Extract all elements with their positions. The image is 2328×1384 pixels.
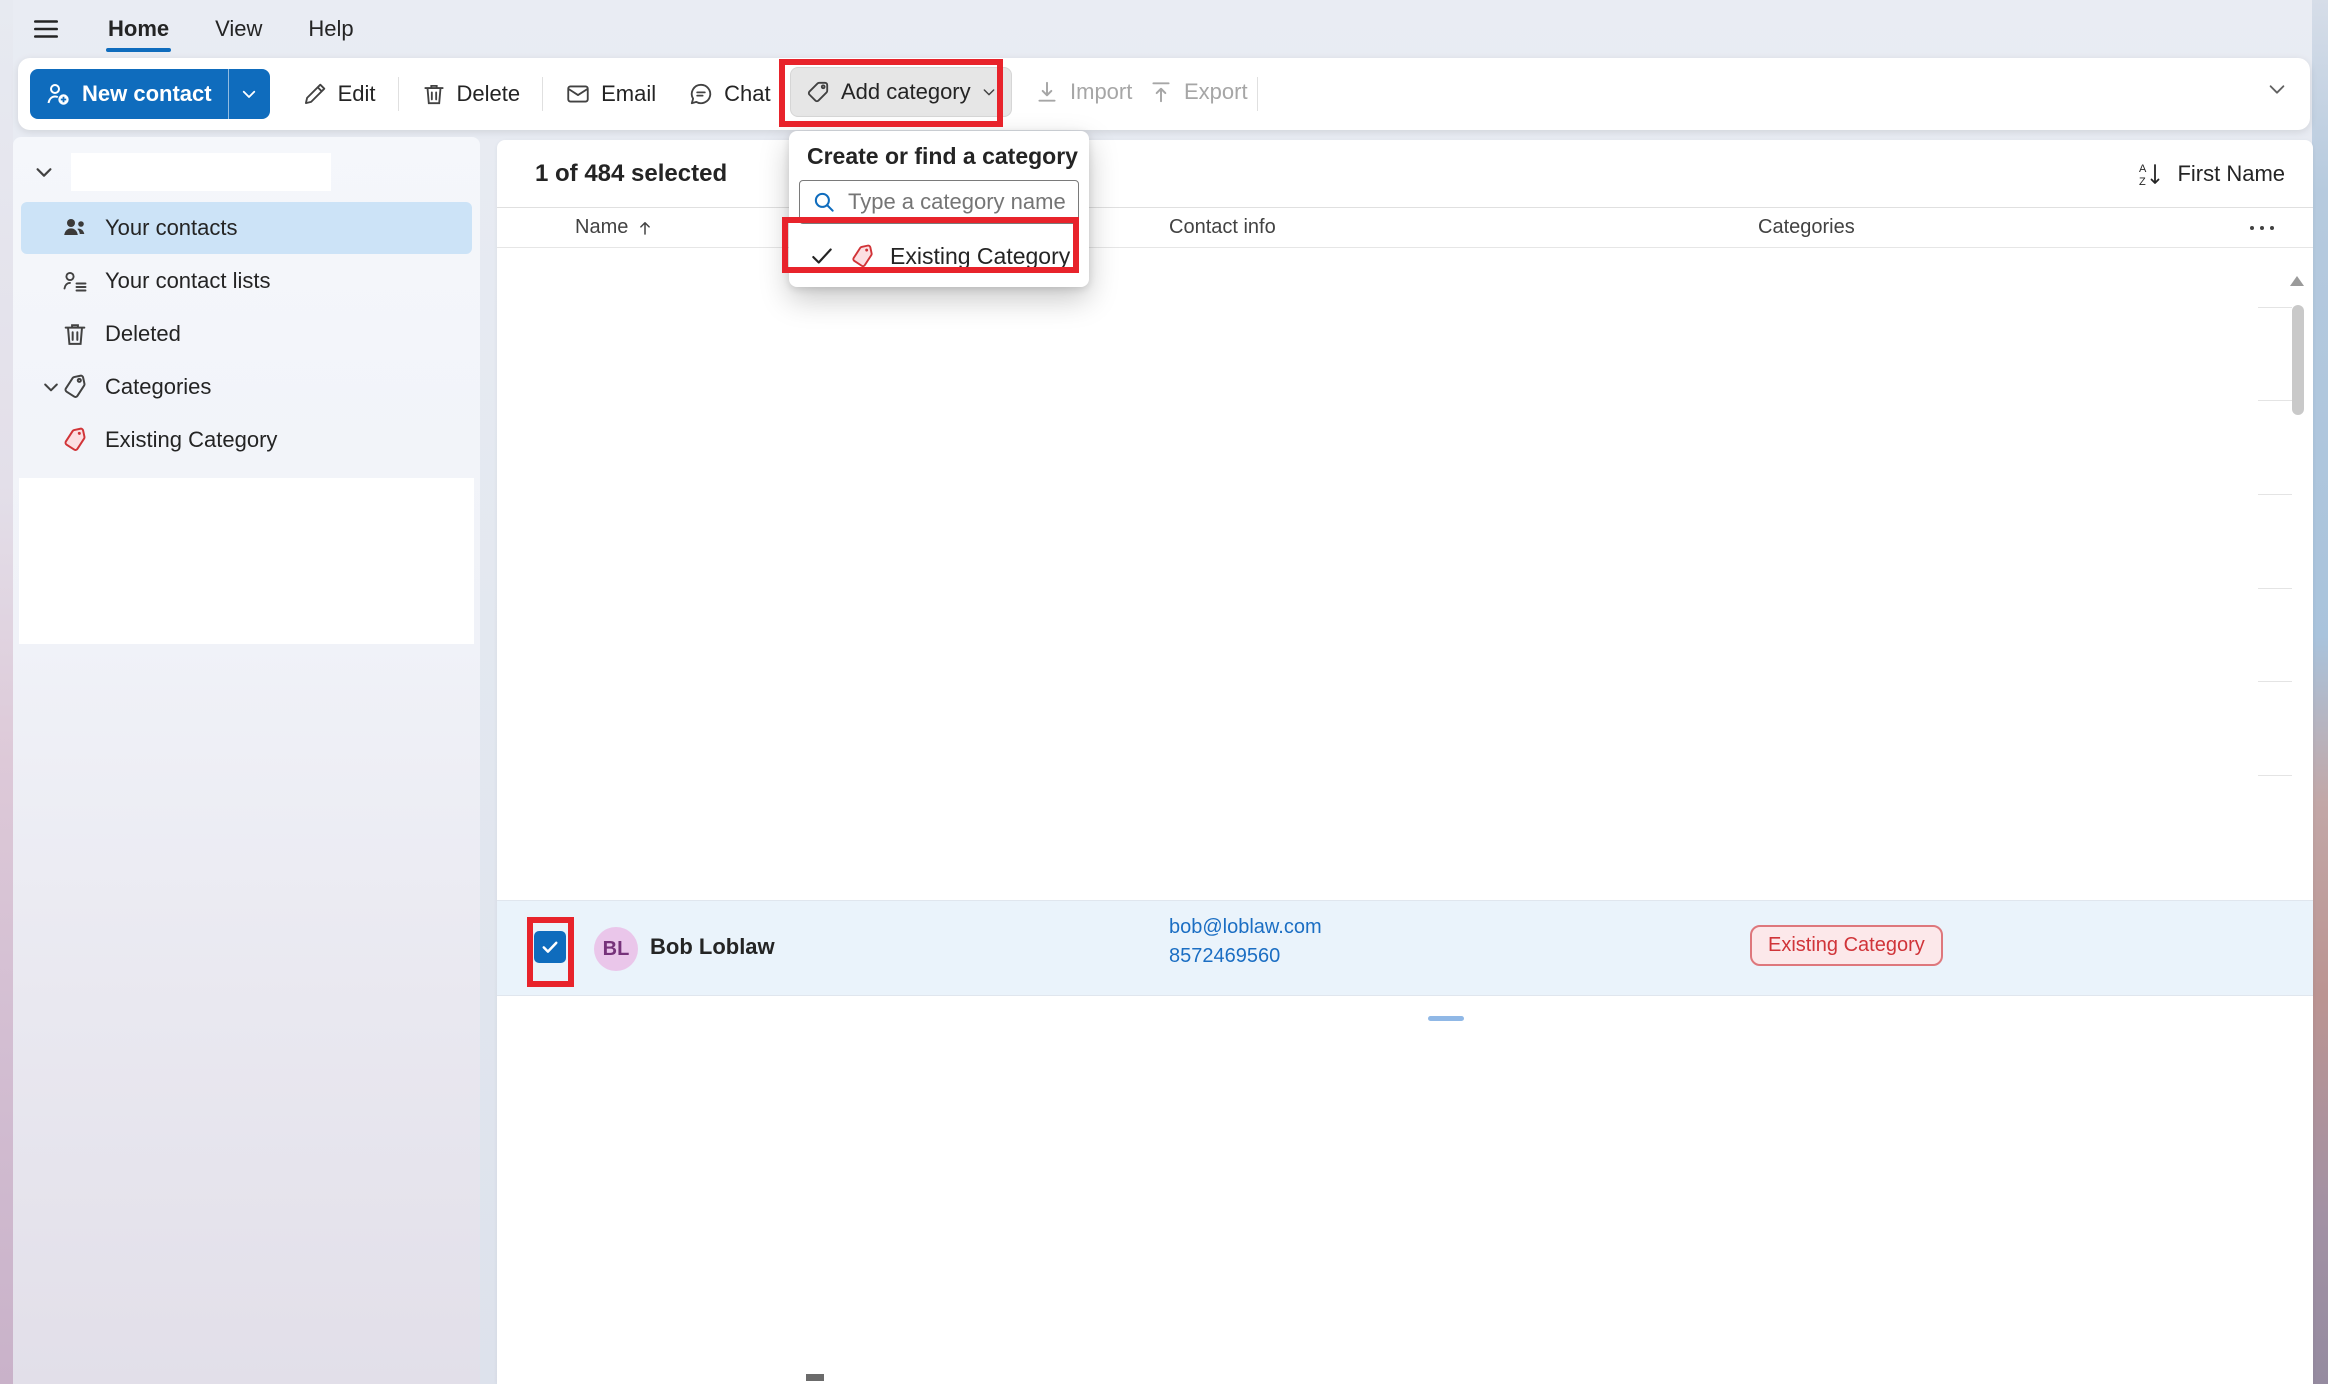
row-separator: [2258, 400, 2292, 401]
hamburger-menu-icon[interactable]: [24, 9, 68, 49]
trash-icon: [421, 81, 447, 107]
column-header-categories[interactable]: Categories: [1758, 216, 1855, 239]
collapse-chevron-icon[interactable]: [33, 161, 55, 183]
tag-icon-red: [61, 426, 89, 454]
sidebar-item-label: Existing Category: [105, 427, 277, 453]
new-contact-dropdown-arrow[interactable]: [228, 69, 270, 119]
loading-indicator: [1428, 1016, 1464, 1021]
chevron-down-icon: [981, 84, 997, 100]
sort-az-icon: AZ: [2137, 160, 2165, 188]
menu-bar: Home View Help: [24, 6, 360, 52]
sort-letter-a: A: [2139, 163, 2147, 175]
chat-button[interactable]: Chat: [672, 69, 786, 119]
sort-ascending-arrow-icon: [636, 219, 654, 237]
contact-email-link[interactable]: bob@loblaw.com: [1169, 916, 1322, 939]
sidebar-item-categories[interactable]: Categories: [21, 361, 472, 413]
edit-button[interactable]: Edit: [286, 69, 392, 119]
wallpaper-strip-right: [2312, 0, 2328, 1384]
sort-label: First Name: [2177, 161, 2285, 187]
pencil-icon: [302, 81, 328, 107]
column-name-label: Name: [575, 216, 628, 239]
add-category-label: Add category: [841, 79, 971, 105]
add-category-button[interactable]: Add category: [790, 67, 1012, 117]
row-separator: [2258, 681, 2292, 682]
more-options-icon[interactable]: [2247, 221, 2277, 235]
sort-control[interactable]: AZ First Name: [2137, 160, 2285, 188]
contact-name: Bob Loblaw: [650, 934, 775, 960]
tab-home[interactable]: Home: [102, 12, 175, 46]
column-header-row: Name Contact info Categories: [497, 208, 2313, 248]
import-label: Import: [1070, 79, 1132, 105]
sidebar-item-your-contacts[interactable]: Your contacts: [21, 202, 472, 254]
account-name-redacted: [71, 153, 331, 191]
dropdown-item-existing-category[interactable]: Existing Category: [799, 230, 1079, 282]
trash-icon: [61, 320, 89, 348]
email-label: Email: [601, 81, 656, 107]
selection-status: 1 of 484 selected: [535, 160, 727, 188]
category-badge[interactable]: Existing Category: [1750, 925, 1943, 966]
import-button[interactable]: Import: [1034, 67, 1132, 117]
email-button[interactable]: Email: [549, 69, 672, 119]
toolbar: New contact Edit Delete Email Chat C: [18, 58, 2310, 130]
add-category-dropdown: Create or find a category Existing Categ…: [789, 131, 1089, 287]
sidebar-item-label: Your contact lists: [105, 268, 271, 294]
people-icon: [61, 214, 89, 242]
search-icon: [811, 189, 837, 215]
export-button[interactable]: Export: [1148, 67, 1248, 117]
tab-help[interactable]: Help: [302, 12, 359, 46]
scrollbar-up-arrow[interactable]: [2290, 276, 2304, 286]
row-separator: [2258, 494, 2292, 495]
delete-label: Delete: [457, 81, 521, 107]
new-contact-label: New contact: [82, 81, 212, 107]
sidebar-item-your-contact-lists[interactable]: Your contact lists: [21, 255, 472, 307]
edit-label: Edit: [338, 81, 376, 107]
contact-info-cell: bob@loblaw.com 8572469560: [1169, 916, 1322, 968]
tag-icon: [805, 79, 831, 105]
avatar: BL: [594, 927, 638, 971]
sort-letter-z: Z: [2139, 176, 2146, 188]
chat-label: Chat: [724, 81, 770, 107]
new-contact-button[interactable]: New contact: [30, 69, 270, 119]
contacts-panel: 1 of 484 selected AZ First Name Name Con…: [497, 140, 2313, 1384]
sidebar-item-existing-category[interactable]: Existing Category: [21, 414, 472, 466]
sidebar-item-label: Categories: [105, 374, 211, 400]
dropdown-title: Create or find a category: [807, 143, 1079, 170]
wallpaper-strip-left: [0, 0, 13, 1384]
toolbar-divider: [398, 77, 399, 111]
row-checkbox-checked[interactable]: [534, 931, 566, 963]
dropdown-item-label: Existing Category: [890, 243, 1070, 270]
sidebar-item-label: Deleted: [105, 321, 181, 347]
page-bottom-artifact: [806, 1374, 824, 1381]
toolbar-divider: [1257, 77, 1258, 111]
row-separator: [2258, 307, 2292, 308]
import-icon: [1034, 79, 1060, 105]
toolbar-overflow-chevron[interactable]: [2266, 78, 2288, 100]
column-header-name[interactable]: Name: [575, 216, 654, 239]
chevron-down-icon[interactable]: [41, 377, 61, 397]
sidebar-item-deleted[interactable]: Deleted: [21, 308, 472, 360]
row-separator: [2258, 775, 2292, 776]
scrollbar-thumb[interactable]: [2292, 305, 2304, 415]
delete-button[interactable]: Delete: [405, 69, 537, 119]
checkmark-icon: [809, 243, 835, 269]
tag-icon: [61, 373, 89, 401]
person-add-icon: [44, 80, 72, 108]
sidebar: Your contacts Your contact lists Deleted…: [13, 137, 480, 1384]
tag-icon-red: [849, 243, 876, 270]
toolbar-divider: [542, 77, 543, 111]
envelope-icon: [565, 81, 591, 107]
export-icon: [1148, 79, 1174, 105]
contact-phone-link[interactable]: 8572469560: [1169, 945, 1322, 968]
sidebar-item-label: Your contacts: [105, 215, 238, 241]
category-search-input[interactable]: [799, 180, 1079, 224]
sidebar-redacted-block: [19, 478, 474, 644]
chat-bubble-icon: [688, 81, 714, 107]
contact-list-icon: [61, 267, 89, 295]
column-header-contact-info[interactable]: Contact info: [1169, 216, 1276, 239]
contact-row-bob-loblaw[interactable]: BL Bob Loblaw bob@loblaw.com 8572469560 …: [497, 900, 2313, 996]
export-label: Export: [1184, 79, 1248, 105]
tab-view[interactable]: View: [209, 12, 268, 46]
row-separator: [2258, 588, 2292, 589]
